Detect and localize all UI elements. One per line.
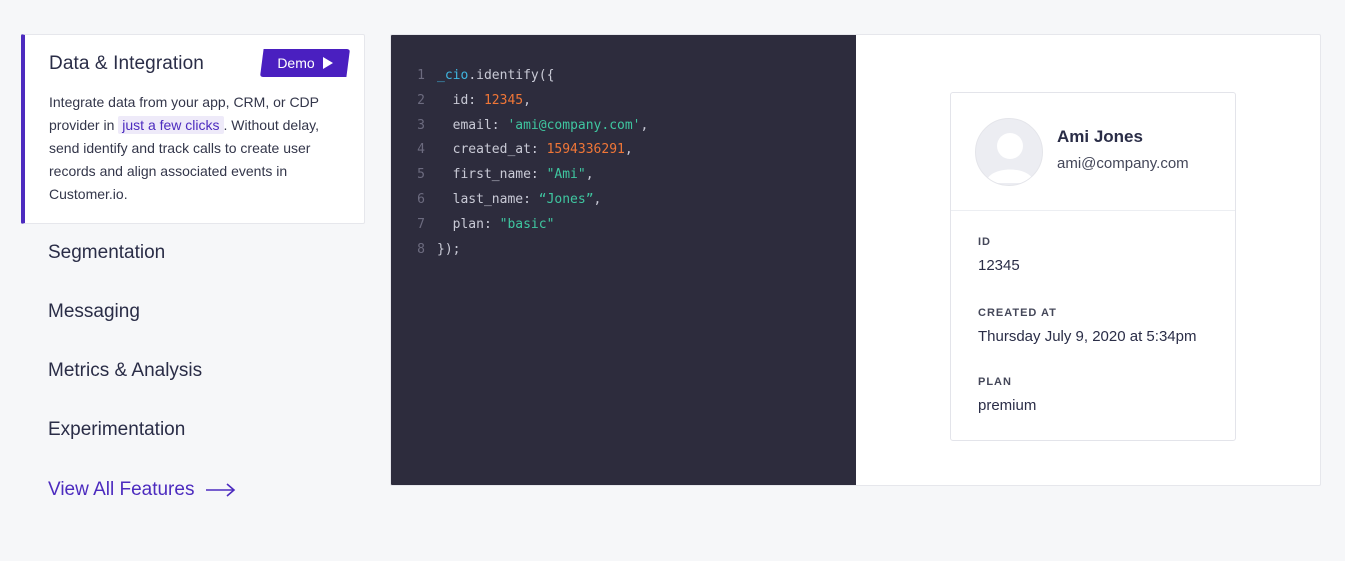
code-punct: ,: [593, 191, 602, 207]
field-value-plan: premium: [978, 397, 1037, 414]
demo-button[interactable]: Demo: [260, 49, 350, 77]
line-number: 7: [417, 216, 425, 232]
line-number: 4: [417, 142, 425, 158]
code-line: 2 id: 12345,: [391, 89, 856, 114]
code-text: });: [437, 241, 461, 257]
code-line: 7 plan: "basic": [391, 213, 856, 238]
code-number: 1594336291: [546, 142, 625, 158]
code-punct: ,: [585, 167, 594, 183]
demo-panel: 1 _cio .identify({ 2 id: 12345, 3 email: '…: [390, 34, 1321, 486]
line-number: 2: [417, 92, 425, 108]
field-label-created-at: CREATED AT: [978, 307, 1057, 319]
nav-item-segmentation[interactable]: Segmentation: [48, 240, 165, 266]
profile-name: Ami Jones: [1057, 127, 1143, 146]
nav-item-experimentation[interactable]: Experimentation: [48, 417, 185, 443]
code-string: "basic": [499, 216, 555, 232]
user-avatar-icon: [975, 118, 1043, 186]
code-punct: ,: [523, 92, 531, 108]
feature-card-data-integration[interactable]: Data & Integration Demo Integrate data f…: [21, 34, 365, 224]
profile-header: Ami Jones ami@company.com: [951, 93, 1235, 211]
field-label-id: ID: [978, 236, 991, 248]
code-line: 8});: [391, 238, 856, 263]
play-icon: [322, 57, 333, 69]
desc-highlight: just a few clicks: [118, 116, 224, 134]
code-line: 1 _cio .identify({: [391, 64, 856, 89]
code-line: 5 first_name: "Ami",: [391, 163, 856, 188]
code-string: "Ami": [546, 167, 586, 183]
code-key: id:: [437, 92, 484, 108]
view-all-features-link[interactable]: View All Features: [48, 477, 236, 503]
line-number: 3: [417, 117, 425, 133]
line-number: 8: [417, 241, 425, 257]
code-string: “Jones”: [538, 191, 594, 207]
code-object: _cio: [437, 68, 469, 83]
code-line: 3 email: 'ami@company.com',: [391, 114, 856, 139]
field-value-id: 12345: [978, 257, 1020, 274]
code-number: 12345: [483, 92, 524, 108]
line-number: 1: [417, 68, 425, 83]
code-punct: ,: [640, 117, 649, 133]
code-string: 'ami@company.com': [507, 117, 641, 133]
profile-email: ami@company.com: [1057, 155, 1189, 172]
line-number: 5: [417, 167, 425, 183]
code-key: last_name:: [437, 191, 539, 207]
code-punct: ,: [624, 142, 633, 158]
code-key: email:: [437, 117, 508, 133]
arrow-right-icon: [206, 483, 236, 497]
customer-profile-card: Ami Jones ami@company.com ID 12345 CREAT…: [950, 92, 1236, 441]
code-key: first_name:: [437, 167, 547, 183]
code-editor: 1 _cio .identify({ 2 id: 12345, 3 email: '…: [391, 35, 856, 485]
code-line: 6 last_name: “Jones”,: [391, 188, 856, 213]
code-key: created_at:: [437, 142, 547, 158]
view-all-label: View All Features: [48, 479, 195, 500]
field-label-plan: PLAN: [978, 376, 1012, 388]
nav-item-metrics-analysis[interactable]: Metrics & Analysis: [48, 358, 202, 384]
nav-item-messaging[interactable]: Messaging: [48, 299, 140, 325]
feature-sidebar: Data & Integration Demo Integrate data f…: [21, 34, 365, 500]
code-text: .identify({: [468, 68, 555, 83]
feature-description: Integrate data from your app, CRM, or CD…: [49, 91, 329, 206]
demo-button-label: Demo: [277, 55, 315, 71]
line-number: 6: [417, 191, 425, 207]
code-line: 4 created_at: 1594336291,: [391, 138, 856, 163]
field-value-created-at: Thursday July 9, 2020 at 5:34pm: [978, 328, 1197, 345]
code-key: plan:: [437, 216, 500, 232]
